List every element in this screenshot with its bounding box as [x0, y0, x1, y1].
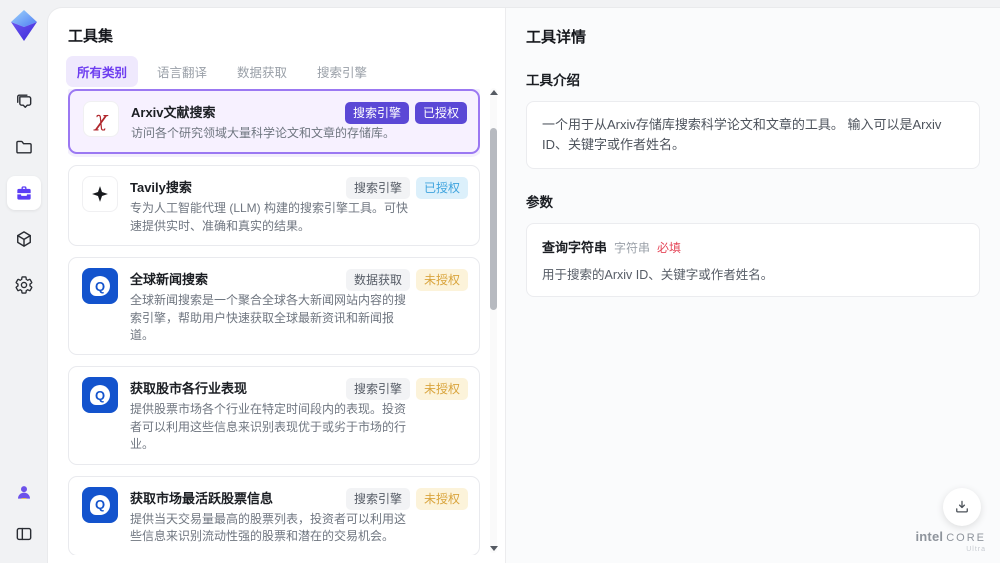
detail-title: 工具详情 — [526, 29, 587, 46]
tool-detail-pane: 工具详情 工具介绍 一个用于从Arxiv存储库搜索科学论文和文章的工具。 输入可… — [505, 8, 1000, 563]
intel-core-logo: intel CORE Ultra — [915, 530, 986, 553]
tool-category-badge: 数据获取 — [345, 269, 410, 292]
collapse-panel-button[interactable] — [7, 517, 41, 551]
tool-badges: 搜索引擎 未授权 — [345, 378, 468, 401]
param-required-flag: 必填 — [657, 241, 682, 256]
tool-auth-badge: 已授权 — [415, 177, 468, 200]
tool-badges: 数据获取 未授权 — [345, 269, 468, 292]
tool-card[interactable]: Q 获取股市各行业表现 提供股票市场各个行业在特定时间段内的表现。投资者可以利用… — [68, 366, 480, 465]
tool-card[interactable]: χ Arxiv文献搜索 访问各个研究领域大量科学论文和文章的存储库。 搜索引擎 … — [68, 89, 480, 155]
rail-bottom — [0, 475, 48, 551]
tool-list-pane: 工具集 所有类别 语言翻译 数据获取 搜索引擎 χ Arxiv文献搜索 访问各个… — [48, 8, 505, 563]
intel-wordmark: intel — [915, 529, 944, 544]
folder-icon — [16, 140, 32, 154]
tab-all-categories[interactable]: 所有类别 — [66, 56, 139, 87]
tool-badges: 搜索引擎 已授权 — [345, 177, 468, 200]
tool-badges: 搜索引擎 未授权 — [345, 487, 468, 510]
app-window: 工具集 所有类别 语言翻译 数据获取 搜索引擎 χ Arxiv文献搜索 访问各个… — [0, 0, 1000, 563]
ultra-wordmark: Ultra — [966, 546, 986, 553]
download-button[interactable] — [943, 488, 981, 526]
param-box: 查询字符串 字符串 必填 用于搜索的Arxiv ID、关键字或作者姓名。 — [526, 223, 980, 298]
params-heading: 参数 — [526, 195, 553, 211]
folder-nav-button[interactable] — [7, 130, 41, 164]
tab-language-translation[interactable]: 语言翻译 — [146, 56, 218, 87]
tool-category-badge: 搜索引擎 — [345, 177, 410, 200]
list-scrollbar[interactable] — [490, 88, 498, 553]
tool-category-badge: 搜索引擎 — [344, 102, 409, 124]
category-tabs: 所有类别 语言翻译 数据获取 搜索引擎 — [66, 56, 378, 87]
user-profile-button[interactable] — [7, 475, 41, 509]
arxiv-icon: χ — [83, 101, 119, 137]
param-head: 查询字符串 字符串 必填 — [542, 237, 964, 256]
globe-blue-icon: Q — [82, 268, 118, 305]
stock-blue-icon: Q — [82, 486, 118, 523]
scrollbar-up-arrow-icon[interactable] — [490, 90, 498, 95]
tool-auth-badge: 未授权 — [415, 487, 468, 510]
tool-auth-badge: 未授权 — [415, 378, 468, 401]
tool-auth-badge: 已授权 — [414, 102, 467, 124]
rail-nav — [7, 84, 41, 302]
tool-description: 提供当天交易量最高的股票列表，投资者可以利用这些信息来识别流动性强的股票和潜在的… — [130, 511, 407, 543]
tool-card[interactable]: Q 全球新闻搜索 全球新闻搜索是一个聚合全球各大新闻网站内容的搜索引擎，帮助用户… — [68, 257, 480, 356]
brand-diamond-logo-icon — [11, 10, 37, 41]
tool-list: χ Arxiv文献搜索 访问各个研究领域大量科学论文和文章的存储库。 搜索引擎 … — [68, 89, 480, 555]
left-rail — [0, 0, 48, 563]
param-name: 查询字符串 — [542, 240, 608, 256]
tab-search-engine[interactable]: 搜索引擎 — [306, 56, 378, 87]
gear-icon — [15, 276, 33, 294]
main-surface: 工具集 所有类别 语言翻译 数据获取 搜索引擎 χ Arxiv文献搜索 访问各个… — [48, 8, 1000, 563]
cube-icon — [17, 231, 31, 247]
param-type: 字符串 — [614, 241, 651, 256]
panel-toggle-icon — [16, 527, 32, 541]
intro-box: 一个用于从Arxiv存储库搜索科学论文和文章的工具。 输入可以是Arxiv ID… — [526, 101, 980, 170]
intro-heading: 工具介绍 — [526, 73, 580, 88]
tab-data-fetch[interactable]: 数据获取 — [226, 56, 298, 87]
tool-badges: 搜索引擎 已授权 — [344, 102, 467, 124]
tool-description: 全球新闻搜索是一个聚合全球各大新闻网站内容的搜索引擎，帮助用户快速获取全球最新资… — [130, 293, 407, 342]
tavily-icon — [82, 176, 118, 213]
tool-auth-badge: 未授权 — [415, 269, 468, 292]
settings-nav-button[interactable] — [7, 268, 41, 302]
toolbox-nav-button[interactable] — [7, 176, 41, 210]
tool-card[interactable]: Q 获取市场最活跃股票信息 提供当天交易量最高的股票列表，投资者可以利用这些信息… — [68, 475, 480, 555]
tool-description: 提供股票市场各个行业在特定时间段内的表现。投资者可以利用这些信息来识别表现优于或… — [130, 402, 407, 452]
chart-blue-icon: Q — [82, 377, 118, 414]
param-description: 用于搜索的Arxiv ID、关键字或作者姓名。 — [542, 268, 774, 283]
tool-description: 专为人工智能代理 (LLM) 构建的搜索引擎工具。可快速提供实时、准确和真实的结… — [130, 201, 409, 233]
tool-category-badge: 搜索引擎 — [345, 487, 410, 510]
page-title: 工具集 — [68, 28, 114, 45]
scrollbar-thumb[interactable] — [490, 128, 497, 310]
toolbox-icon — [17, 186, 31, 200]
scrollbar-down-arrow-icon[interactable] — [490, 546, 498, 551]
cube-nav-button[interactable] — [7, 222, 41, 256]
download-icon — [956, 500, 968, 513]
tool-card[interactable]: Tavily搜索 专为人工智能代理 (LLM) 构建的搜索引擎工具。可快速提供实… — [68, 165, 480, 247]
tool-description: 访问各个研究领域大量科学论文和文章的存储库。 — [131, 126, 396, 140]
user-icon — [18, 486, 30, 499]
chat-icon — [17, 94, 32, 108]
chat-nav-button[interactable] — [7, 84, 41, 118]
core-wordmark: CORE — [946, 532, 986, 544]
intro-text: 一个用于从Arxiv存储库搜索科学论文和文章的工具。 输入可以是Arxiv ID… — [542, 117, 942, 153]
tool-category-badge: 搜索引擎 — [345, 378, 410, 401]
